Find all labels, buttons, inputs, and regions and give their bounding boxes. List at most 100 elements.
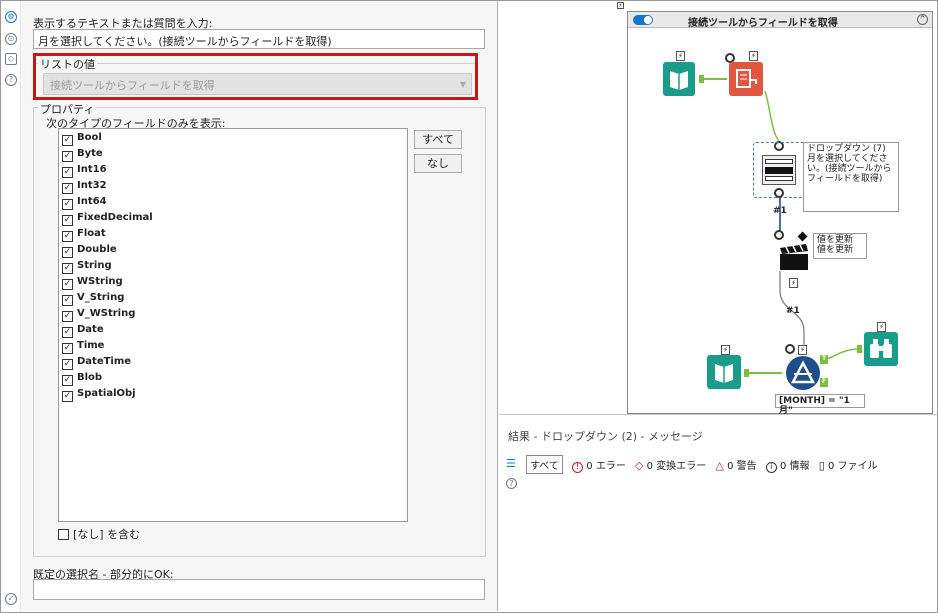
triangle-icon (790, 360, 816, 384)
field-type-item[interactable]: ✓ String (62, 260, 112, 274)
filter-annotation: [MONTH] = "1月" (775, 394, 865, 416)
field-type-item[interactable]: ✓ Time (62, 340, 104, 354)
dynamic-replace-tool[interactable] (729, 62, 763, 96)
gear-icon[interactable]: ⚙ (5, 11, 17, 23)
field-type-label: String (77, 260, 112, 271)
field-type-checkbox[interactable]: ✓ (62, 391, 73, 402)
help-icon[interactable]: ? (506, 478, 517, 489)
field-type-checkbox[interactable]: ✓ (62, 279, 73, 290)
field-type-item[interactable]: ✓ Bool (62, 132, 102, 146)
filter-info[interactable]: i 0 情報 (765, 457, 810, 473)
include-none-option[interactable]: [なし] を含む (58, 526, 140, 542)
book-icon (715, 364, 733, 383)
filter-errors[interactable]: ! 0 エラー (572, 457, 626, 473)
field-type-checkbox[interactable]: ✓ (62, 263, 73, 274)
field-type-label: Byte (77, 148, 103, 159)
field-type-checkbox[interactable]: ✓ (62, 215, 73, 226)
field-type-checkbox[interactable]: ✓ (62, 295, 73, 306)
file-icon: ▯ (818, 459, 825, 472)
bolt-icon: ⚡ (798, 345, 807, 355)
field-type-checkbox[interactable]: ✓ (62, 231, 73, 242)
tag-icon[interactable]: ◇ (5, 53, 17, 65)
question-anchor[interactable] (785, 344, 795, 354)
field-type-checkbox[interactable]: ✓ (62, 359, 73, 370)
select-all-button[interactable]: すべて (414, 130, 462, 149)
output-anchor[interactable] (744, 369, 749, 377)
output-anchor[interactable] (699, 75, 704, 83)
field-type-label: V_WString (77, 308, 136, 319)
field-type-item[interactable]: ✓ Float (62, 228, 106, 242)
action-tool[interactable] (778, 244, 812, 272)
field-type-item[interactable]: ✓ Blob (62, 372, 102, 386)
check-circle-icon[interactable]: ✓ (5, 593, 17, 605)
book-icon (670, 71, 688, 90)
question-anchor[interactable] (774, 230, 784, 240)
field-type-checkbox[interactable]: ✓ (62, 183, 73, 194)
question-anchor[interactable] (774, 188, 784, 198)
input-data-tool[interactable] (663, 62, 695, 96)
field-type-checkbox[interactable]: ✓ (62, 311, 73, 322)
field-type-item[interactable]: ✓ V_String (62, 292, 124, 306)
field-type-item[interactable]: ✓ Byte (62, 148, 103, 162)
field-type-label: Int16 (77, 164, 107, 175)
field-type-item[interactable]: ✓ DateTime (62, 356, 131, 370)
filter-files[interactable]: ▯ 0 ファイル (819, 457, 878, 472)
include-none-label: [なし] を含む (73, 528, 141, 541)
field-type-item[interactable]: ✓ V_WString (62, 308, 135, 322)
list-icon[interactable]: ☰ (506, 457, 516, 470)
field-type-item[interactable]: ✓ Int16 (62, 164, 107, 178)
filter-warnings[interactable]: △ 0 警告 (715, 457, 756, 472)
field-type-checkbox[interactable]: ✓ (62, 199, 73, 210)
field-type-item[interactable]: ✓ Double (62, 244, 117, 258)
document-arrow-icon (736, 69, 757, 88)
field-type-label: Blob (77, 372, 103, 383)
warnings-count: 0 警告 (727, 461, 757, 472)
results-title: 結果 - ドロップダウン (2) - メッセージ (508, 430, 703, 443)
false-anchor[interactable]: F (820, 378, 828, 387)
field-type-item[interactable]: ✓ Int64 (62, 196, 107, 210)
field-type-checkbox[interactable]: ✓ (62, 375, 73, 386)
message-filter-bar: すべて ! 0 エラー ◇ 0 変換エラー △ 0 警告 i 0 情報 ▯ 0 … (526, 455, 884, 474)
field-type-item[interactable]: ✓ Date (62, 324, 104, 338)
bolt-icon: ⚡ (749, 51, 758, 61)
input-data-tool-2[interactable] (707, 355, 741, 389)
workflow-canvas[interactable]: ⚡ 接続ツールからフィールドを取得 ^ ⚡ ⚡ ドロップダウン (7) 月を選択… (499, 1, 937, 416)
browse-tool[interactable] (864, 332, 898, 366)
conversion-errors-count: 0 変換エラー (646, 461, 707, 472)
prompt-input[interactable]: 月を選択してください。(接続ツールからフィールドを取得) (33, 29, 485, 49)
filter-conversion-errors[interactable]: ◇ 0 変換エラー (635, 457, 706, 472)
field-type-checkbox[interactable]: ✓ (62, 327, 73, 338)
help-icon[interactable]: ? (5, 74, 17, 86)
field-type-label: FixedDecimal (77, 212, 153, 223)
field-type-label: Int64 (77, 196, 107, 207)
input-anchor[interactable] (857, 345, 862, 353)
field-type-checkbox[interactable]: ✓ (62, 135, 73, 146)
field-type-label: WString (77, 276, 123, 287)
field-type-checkbox[interactable]: ✓ (62, 167, 73, 178)
field-type-label: Int32 (77, 180, 107, 191)
conversion-error-icon: ◇ (635, 459, 644, 472)
true-anchor[interactable]: T (820, 355, 828, 364)
field-type-checkbox[interactable]: ✓ (62, 247, 73, 258)
dropdown-annotation: ドロップダウン (7) 月を選択してください。(接続ツールからフィールドを取得) (803, 142, 899, 212)
bolt-icon: ⚡ (789, 278, 798, 288)
action-annotation: 値を更新 値を更新 (813, 233, 867, 259)
field-type-label: Bool (77, 132, 102, 143)
default-selection-input[interactable] (33, 579, 485, 600)
field-type-item[interactable]: ✓ WString (62, 276, 123, 290)
layout-icon[interactable]: ⊙ (5, 33, 17, 45)
field-type-checkbox[interactable]: ✓ (62, 343, 73, 354)
filter-tool[interactable] (786, 356, 820, 390)
field-type-item[interactable]: ✓ SpatialObj (62, 388, 136, 402)
configuration-panel: 表示するテキストまたは質問を入力: 月を選択してください。(接続ツールからフィー… (22, 1, 498, 611)
config-sidebar: ⚙ ⊙ ◇ ? ✓ (1, 1, 21, 611)
select-none-button[interactable]: なし (414, 154, 462, 173)
connection-label: #1 (786, 306, 800, 316)
field-type-item[interactable]: ✓ Int32 (62, 180, 107, 194)
info-count: 0 情報 (779, 460, 810, 472)
field-type-item[interactable]: ✓ FixedDecimal (62, 212, 153, 226)
filter-all-button[interactable]: すべて (526, 455, 563, 474)
include-none-checkbox[interactable] (58, 529, 69, 540)
field-type-checkbox[interactable]: ✓ (62, 151, 73, 162)
highlight-box (33, 53, 478, 100)
